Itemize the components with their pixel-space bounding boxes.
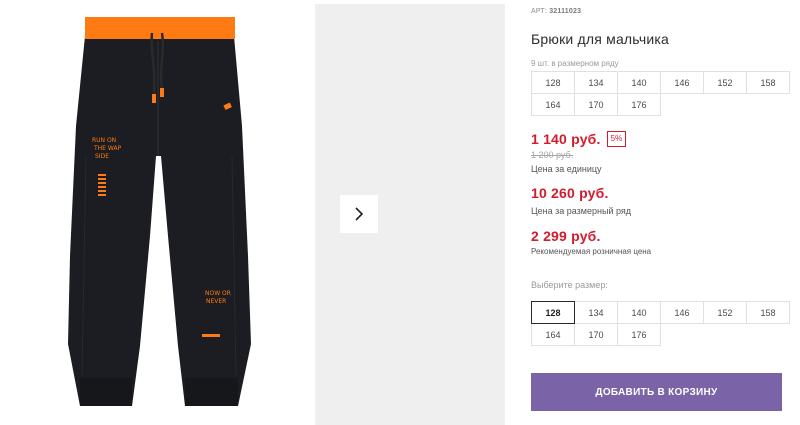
sku: АРТ: 32111023 [531, 8, 581, 15]
pack-size-cell: 146 [660, 71, 704, 94]
product-gallery: RUN ON THE WAP SIDE NOW OR NEVER [0, 0, 530, 425]
pack-size-cell: 158 [746, 71, 790, 94]
size-option-140[interactable]: 140 [617, 301, 661, 324]
product-photo: RUN ON THE WAP SIDE NOW OR NEVER [68, 17, 251, 406]
waistband [85, 17, 235, 39]
pack-size-cell: 164 [531, 93, 575, 116]
next-photo-button[interactable] [340, 195, 378, 233]
add-to-cart-button[interactable]: ДОБАВИТЬ В КОРЗИНУ [531, 373, 782, 411]
svg-text:THE WAP: THE WAP [93, 145, 122, 152]
size-option-152[interactable]: 152 [703, 301, 747, 324]
unit-price-label: Цена за единицу [531, 164, 602, 174]
size-selector-grid: 128 134 140 146 152 158 164 170 176 [531, 301, 790, 346]
product-title: Брюки для мальчика [531, 31, 669, 47]
pack-sizes-grid: 128 134 140 146 152 158 164 170 176 [531, 71, 790, 116]
pack-size-cell: 140 [617, 71, 661, 94]
size-option-146[interactable]: 146 [660, 301, 704, 324]
svg-text:RUN ON: RUN ON [92, 137, 116, 144]
pack-size-cell: 134 [574, 71, 618, 94]
pack-size-cell: 176 [617, 93, 661, 116]
pack-price-label: Цена за размерный ряд [531, 206, 632, 216]
size-option-176[interactable]: 176 [617, 323, 661, 346]
pack-size-cell: 170 [574, 93, 618, 116]
size-option-134[interactable]: 134 [574, 301, 618, 324]
chevron-right-icon [355, 207, 364, 221]
sku-value: 32111023 [549, 8, 582, 15]
pack-size-cell: 152 [703, 71, 747, 94]
retail-price: 2 299 руб. [531, 228, 601, 244]
retail-price-label: Рекомендуемая розничная цена [531, 247, 652, 256]
pack-note: 9 шт. в размерном ряду [531, 59, 619, 68]
pack-size-cell: 128 [531, 71, 575, 94]
svg-text:NEVER: NEVER [206, 298, 226, 305]
size-option-158[interactable]: 158 [746, 301, 790, 324]
product-details: АРТ: 32111023 Брюки для мальчика 9 шт. в… [531, 0, 800, 425]
size-select-label: Выберите размер: [531, 280, 608, 290]
unit-price-row: 1 140 руб. 5% [531, 131, 627, 147]
sku-label: АРТ: [531, 8, 548, 15]
svg-text:NOW OR: NOW OR [205, 290, 231, 297]
size-option-164[interactable]: 164 [531, 323, 575, 346]
old-price: 1 200 руб. [531, 150, 574, 160]
trousers-shape [68, 36, 251, 406]
size-option-128[interactable]: 128 [531, 301, 575, 324]
size-option-170[interactable]: 170 [574, 323, 618, 346]
discount-badge: 5% [606, 131, 627, 147]
svg-text:SIDE: SIDE [95, 153, 109, 160]
unit-price: 1 140 руб. [531, 131, 601, 147]
pack-price: 10 260 руб. [531, 185, 609, 201]
